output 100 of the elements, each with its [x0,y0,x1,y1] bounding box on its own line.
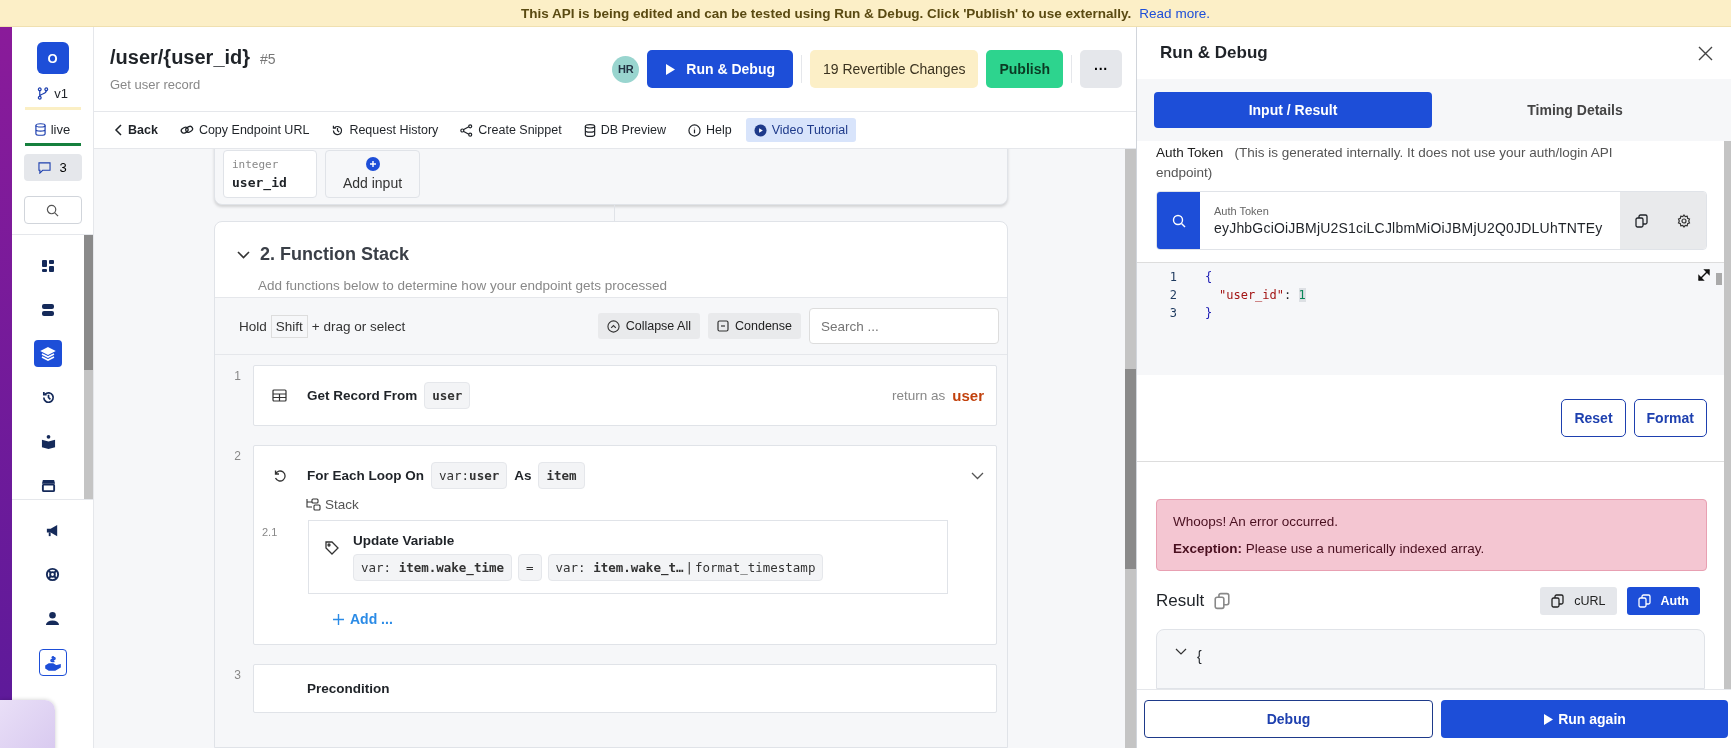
copy-icon [1551,594,1565,608]
branch-selector[interactable]: v1 [24,86,81,110]
function-step[interactable]: Update Variable var: item.wake_time = var: item.wake_t… | format_timestamp [308,520,948,594]
step-title: Precondition [307,681,390,696]
section-title: 2. Function Stack [260,244,410,265]
toolbar-button[interactable]: Video Tutorial [745,118,856,142]
panel-tab[interactable]: Input / Result [1154,92,1432,128]
branch-icon [37,87,50,100]
condense-button[interactable]: Condense [708,313,801,339]
comment-icon [38,161,52,174]
toolbar-button[interactable]: DB Preview [575,118,674,142]
dashboard-icon [41,258,55,273]
database-icon [583,123,596,137]
search-icon [46,203,59,217]
more-button[interactable]: ··· [1080,50,1122,88]
plus-icon [333,613,344,625]
publish-button[interactable]: Publish [986,50,1063,88]
reset-button[interactable]: Reset [1561,399,1626,437]
play-circle-icon [753,123,767,137]
debug-button[interactable]: Debug [1144,700,1433,738]
book-icon [40,434,56,449]
user-avatar[interactable]: HR [612,55,640,83]
play-icon [1543,712,1555,726]
collapse-all-button[interactable]: Collapse All [597,313,700,339]
environment-selector[interactable]: live [24,122,81,146]
code-editor[interactable]: 1 { 2 "user_id": 1 3 } [1137,262,1724,375]
lifebuoy-icon [45,567,60,582]
variable-token[interactable]: item [538,462,585,489]
toolbar-button[interactable]: Request History [323,118,447,142]
run-debug-button[interactable]: Run & Debug [647,50,793,88]
nav-button[interactable] [38,649,67,676]
loop-icon [272,468,287,483]
toolbar-button[interactable]: Back [106,118,166,142]
toolbar-button[interactable]: Create Snippet [452,118,570,142]
scrollbar[interactable] [1716,273,1722,285]
search-field[interactable] [23,196,82,224]
scrollbar[interactable] [1125,149,1136,748]
workspace-avatar[interactable]: O [36,42,69,74]
hint-text: Hold [239,318,267,334]
run-again-button[interactable]: Run again [1441,700,1728,738]
history-icon [40,390,56,405]
step-title: Update Variable [353,533,456,548]
chevron-down-icon[interactable] [971,471,984,480]
scrollbar[interactable] [1724,141,1731,689]
input-name: user_id [232,175,288,190]
add-input-button[interactable]: Add input [325,150,420,198]
stack-label: Stack [325,497,359,512]
input-parameter[interactable]: integer user_id [223,150,317,198]
scrollbar[interactable] [84,235,93,499]
endpoint-description: Get user record [110,77,202,92]
hand-coin-icon [44,654,61,671]
line-number: 2 [1168,288,1177,302]
nav-button[interactable] [34,340,62,367]
variable-token[interactable]: var: item.wake_t… | format_timestamp [547,554,824,581]
step-number: 3 [233,667,241,684]
server-icon [41,302,55,317]
variable-token[interactable]: var: item.wake_time [353,554,512,581]
store-icon [40,478,56,493]
function-step[interactable]: Get Record From user return as user [253,365,997,426]
info-icon [688,123,701,137]
section-description: Add functions below to determine how your endpoint gets processed [258,278,668,293]
result-line: { [1197,648,1202,664]
megaphone-icon [45,523,60,538]
read-more-link[interactable]: Read more. [1139,5,1210,21]
chevron-down-icon[interactable] [237,250,250,259]
branch-label: v1 [54,86,68,101]
step-number: 1 [233,368,241,385]
expand-icon[interactable] [1698,269,1710,281]
chevron-down-icon[interactable] [1175,648,1187,655]
error-message: Exception: Please use a numerically indexed array. [1173,541,1486,556]
step-number: 2 [233,448,241,465]
code-line: { [1205,270,1213,284]
minus-square-icon [717,320,729,332]
toolbar-button[interactable]: Copy Endpoint URL [171,118,318,142]
curl-button[interactable]: cURL [1540,587,1617,615]
variable-token[interactable]: var:user [431,462,508,489]
code-line: "user_id": 1 [1219,288,1306,302]
function-step[interactable]: For Each Loop On var:user As item Stack 2.1 Update Variable var: item.wake_time = var: item.wake_t… | format_timestamp Add ... [253,445,997,645]
input-type: integer [232,158,280,171]
panel-tab[interactable]: Timing Details [1436,92,1714,128]
hint-text: + drag or select [311,318,406,334]
auth-token-description: Auth Token (This is generated internally. It does not use your auth/login API endpoint) [1156,144,1614,182]
revertible-changes-button[interactable]: 19 Revertible Changes [810,50,979,88]
comments-button[interactable]: 3 [23,154,82,181]
endpoint-number: #5 [260,51,276,67]
environment-label: live [50,122,71,137]
format-button[interactable]: Format [1633,399,1707,437]
search-field[interactable]: Search ... [809,308,999,344]
operator-token: = [518,554,542,581]
close-icon[interactable] [1698,45,1713,61]
copy-icon [1637,594,1651,608]
collapse-icon [606,319,620,333]
step-title: For Each Loop On [307,468,424,483]
function-step[interactable]: Precondition [253,664,997,713]
history-icon [331,123,345,137]
auth-button[interactable]: Auth [1626,587,1700,615]
add-function-button[interactable]: Add ... [327,610,399,628]
variable-token[interactable]: user [424,382,471,409]
toolbar-button[interactable]: Help [680,118,740,142]
tag-icon [325,541,339,555]
